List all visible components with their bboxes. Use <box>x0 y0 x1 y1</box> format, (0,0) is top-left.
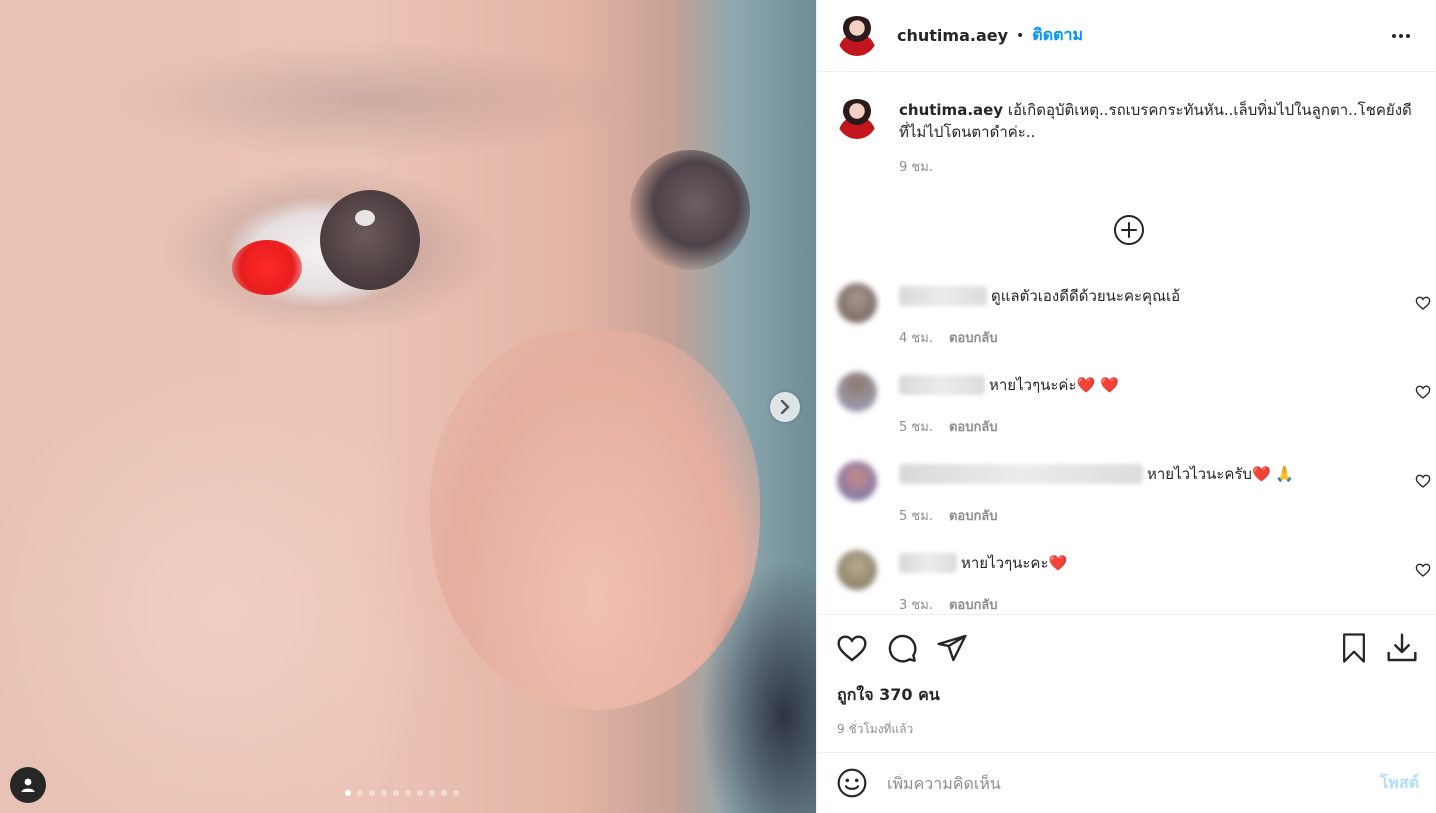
heart-icon <box>837 635 867 662</box>
comment-input[interactable] <box>887 773 1380 793</box>
comment-line: หายไวไวนะครับ❤️ 🙏 <box>899 461 1294 487</box>
image-region-cheek <box>0 380 480 813</box>
comment-time: 5 ชม. <box>899 420 933 435</box>
comment-like-icon[interactable] <box>1415 295 1431 311</box>
more-options-button[interactable] <box>1386 21 1416 51</box>
carousel-dots <box>345 790 459 796</box>
comment-text: หายไวๆนะคะ❤️ <box>961 554 1068 572</box>
caption-body: chutima.aey เอ้เกิดอุบัติเหตุ..รถเบรคกระ… <box>899 99 1417 179</box>
image-region-eye-far <box>630 150 750 270</box>
next-slide-button[interactable] <box>770 392 800 422</box>
comment-line: หายไวๆนะคะ❤️ <box>899 550 1067 576</box>
comment-time: 4 ชม. <box>899 331 933 346</box>
comment-text: หายไวๆนะค่ะ❤️ ❤️ <box>989 376 1119 394</box>
comment-avatar[interactable] <box>837 550 877 590</box>
image-region-glint <box>355 210 375 226</box>
comment-avatar[interactable] <box>837 461 877 501</box>
image-region-shadow <box>700 560 816 813</box>
post-actions: ถูกใจ 370 คน 9 ชั่วโมงที่แล้ว <box>817 614 1436 739</box>
chevron-right-icon <box>780 400 790 414</box>
carousel-dot <box>345 790 351 796</box>
separator-dot: • <box>1016 27 1025 44</box>
comment-composer: โพสต์ <box>817 752 1436 813</box>
carousel-dot <box>357 790 363 796</box>
comment-text: ดูแลตัวเองดีดีด้วยนะคะคุณเอ้ <box>991 287 1181 305</box>
more-icon <box>1392 33 1410 38</box>
post-header: chutima.aey • ติดตาม <box>817 0 1436 72</box>
carousel-dot <box>405 790 411 796</box>
reply-button[interactable]: ตอบกลับ <box>949 327 998 348</box>
post-image <box>0 0 816 813</box>
action-icons-row <box>817 615 1436 681</box>
comment-meta: 3 ชม. ตอบกลับ <box>899 594 998 613</box>
comment-button[interactable] <box>885 631 919 665</box>
author-username[interactable]: chutima.aey <box>897 26 1008 45</box>
reply-button[interactable]: ตอบกลับ <box>949 505 998 526</box>
comment-meta: 5 ชม. ตอบกลับ <box>899 505 998 526</box>
comment-meta: 4 ชม. ตอบกลับ <box>899 327 998 348</box>
carousel-dot <box>393 790 399 796</box>
comment-like-icon[interactable] <box>1415 384 1431 400</box>
post-timestamp[interactable]: 9 ชั่วโมงที่แล้ว <box>817 720 1436 739</box>
load-more-comments-button[interactable] <box>1113 214 1145 246</box>
image-region-brow <box>110 40 630 160</box>
comment-avatar[interactable] <box>837 283 877 323</box>
download-icon <box>1387 633 1417 662</box>
carousel-dot <box>441 790 447 796</box>
post-side-panel: chutima.aey • ติดตาม chutima.aey เอ้เกิด… <box>816 0 1436 813</box>
caption-time: 9 ชม. <box>899 160 933 175</box>
emoji-button[interactable] <box>835 766 869 800</box>
comment-time: 3 ชม. <box>899 598 933 613</box>
emoji-icon <box>837 768 867 798</box>
commenter-username-blurred[interactable] <box>899 375 985 395</box>
bookmark-icon <box>1343 633 1365 663</box>
commenter-username-blurred[interactable] <box>899 464 1143 484</box>
post-caption: chutima.aey เอ้เกิดอุบัติเหตุ..รถเบรคกระ… <box>817 73 1436 179</box>
share-icon <box>937 634 967 662</box>
user-tag-icon <box>21 778 35 792</box>
comment-time: 5 ชม. <box>899 509 933 524</box>
reply-button[interactable]: ตอบกลับ <box>949 594 998 613</box>
caption-avatar[interactable] <box>837 99 877 139</box>
follow-button[interactable]: ติดตาม <box>1032 23 1083 48</box>
caption-username[interactable]: chutima.aey <box>899 101 1003 119</box>
comments-list[interactable]: chutima.aey เอ้เกิดอุบัติเหตุ..รถเบรคกระ… <box>817 73 1436 613</box>
comment-line: หายไวๆนะค่ะ❤️ ❤️ <box>899 372 1119 398</box>
commenter-username-blurred[interactable] <box>899 553 957 573</box>
carousel-dot <box>429 790 435 796</box>
carousel-dot <box>453 790 459 796</box>
comment-meta: 5 ชม. ตอบกลับ <box>899 416 998 437</box>
caption-text-line: chutima.aey เอ้เกิดอุบัติเหตุ..รถเบรคกระ… <box>899 99 1417 143</box>
image-region-iris <box>320 190 420 290</box>
comment-line: ดูแลตัวเองดีดีด้วยนะคะคุณเอ้ <box>899 283 1180 309</box>
comment-text: หายไวไวนะครับ❤️ 🙏 <box>1147 465 1295 483</box>
author-avatar[interactable] <box>837 15 877 56</box>
like-button[interactable] <box>835 631 869 665</box>
action-icons-right <box>1337 631 1419 665</box>
carousel-dot <box>369 790 375 796</box>
carousel-dot <box>381 790 387 796</box>
post-comment-button[interactable]: โพสต์ <box>1380 771 1419 796</box>
image-region-bloodshot <box>232 240 302 295</box>
comment-avatar[interactable] <box>837 372 877 412</box>
save-button[interactable] <box>1337 631 1371 665</box>
user-tag-button[interactable] <box>10 767 46 803</box>
download-button[interactable] <box>1385 631 1419 665</box>
reply-button[interactable]: ตอบกลับ <box>949 416 998 437</box>
add-circle-icon <box>1114 215 1144 245</box>
carousel-dot <box>417 790 423 796</box>
comment-like-icon[interactable] <box>1415 473 1431 489</box>
likes-count[interactable]: ถูกใจ 370 คน <box>817 683 1436 708</box>
share-button[interactable] <box>935 631 969 665</box>
comment-like-icon[interactable] <box>1415 562 1431 578</box>
commenter-username-blurred[interactable] <box>899 286 987 306</box>
comment-icon <box>888 634 917 663</box>
